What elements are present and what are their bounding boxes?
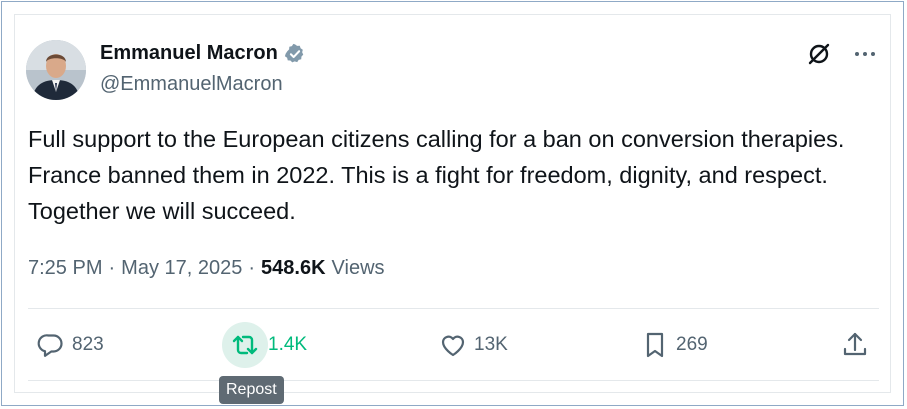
more-options-icon[interactable]	[851, 40, 879, 68]
bookmark-icon	[646, 332, 664, 358]
bookmark-button[interactable]: 269	[640, 320, 708, 370]
bookmark-count: 269	[676, 334, 708, 355]
tweet-meta: 7:25 PM · May 17, 2025 · 548.6K Views	[28, 257, 385, 280]
like-button[interactable]: 13K	[438, 320, 508, 370]
views-count: 548.6K	[261, 257, 326, 279]
heart-icon	[441, 335, 465, 357]
avatar[interactable]	[26, 40, 86, 100]
tweet-date[interactable]: May 17, 2025	[121, 257, 242, 280]
reply-count: 823	[72, 334, 104, 355]
reply-button[interactable]: 823	[36, 320, 104, 370]
tweet-action-bar: 823 1.4K 13K 269	[0, 320, 907, 370]
repost-hover-bubble	[222, 322, 268, 368]
divider	[28, 380, 879, 381]
author-name[interactable]: Emmanuel Macron	[100, 42, 278, 65]
share-icon	[843, 332, 867, 356]
verified-badge-icon	[284, 43, 306, 65]
repost-tooltip: Repost	[219, 376, 284, 404]
meta-separator: ·	[108, 257, 116, 279]
views-label: Views	[331, 257, 385, 279]
repost-count: 1.4K	[268, 334, 308, 355]
share-button[interactable]	[840, 320, 870, 370]
repost-icon	[232, 335, 258, 355]
grok-icon[interactable]	[805, 40, 833, 68]
tweet-top-actions	[805, 40, 879, 68]
author-name-row: Emmanuel Macron	[100, 42, 306, 65]
divider	[28, 308, 879, 309]
like-count: 13K	[474, 334, 508, 355]
reply-icon	[37, 334, 63, 357]
avatar-image	[26, 40, 86, 100]
tweet-text: Full support to the European citizens ca…	[28, 126, 845, 224]
tweet-time[interactable]: 7:25 PM	[28, 257, 102, 280]
meta-separator: ·	[248, 257, 256, 279]
repost-button[interactable]: 1.4K	[222, 320, 307, 370]
author-handle[interactable]: @EmmanuelMacron	[100, 73, 283, 96]
